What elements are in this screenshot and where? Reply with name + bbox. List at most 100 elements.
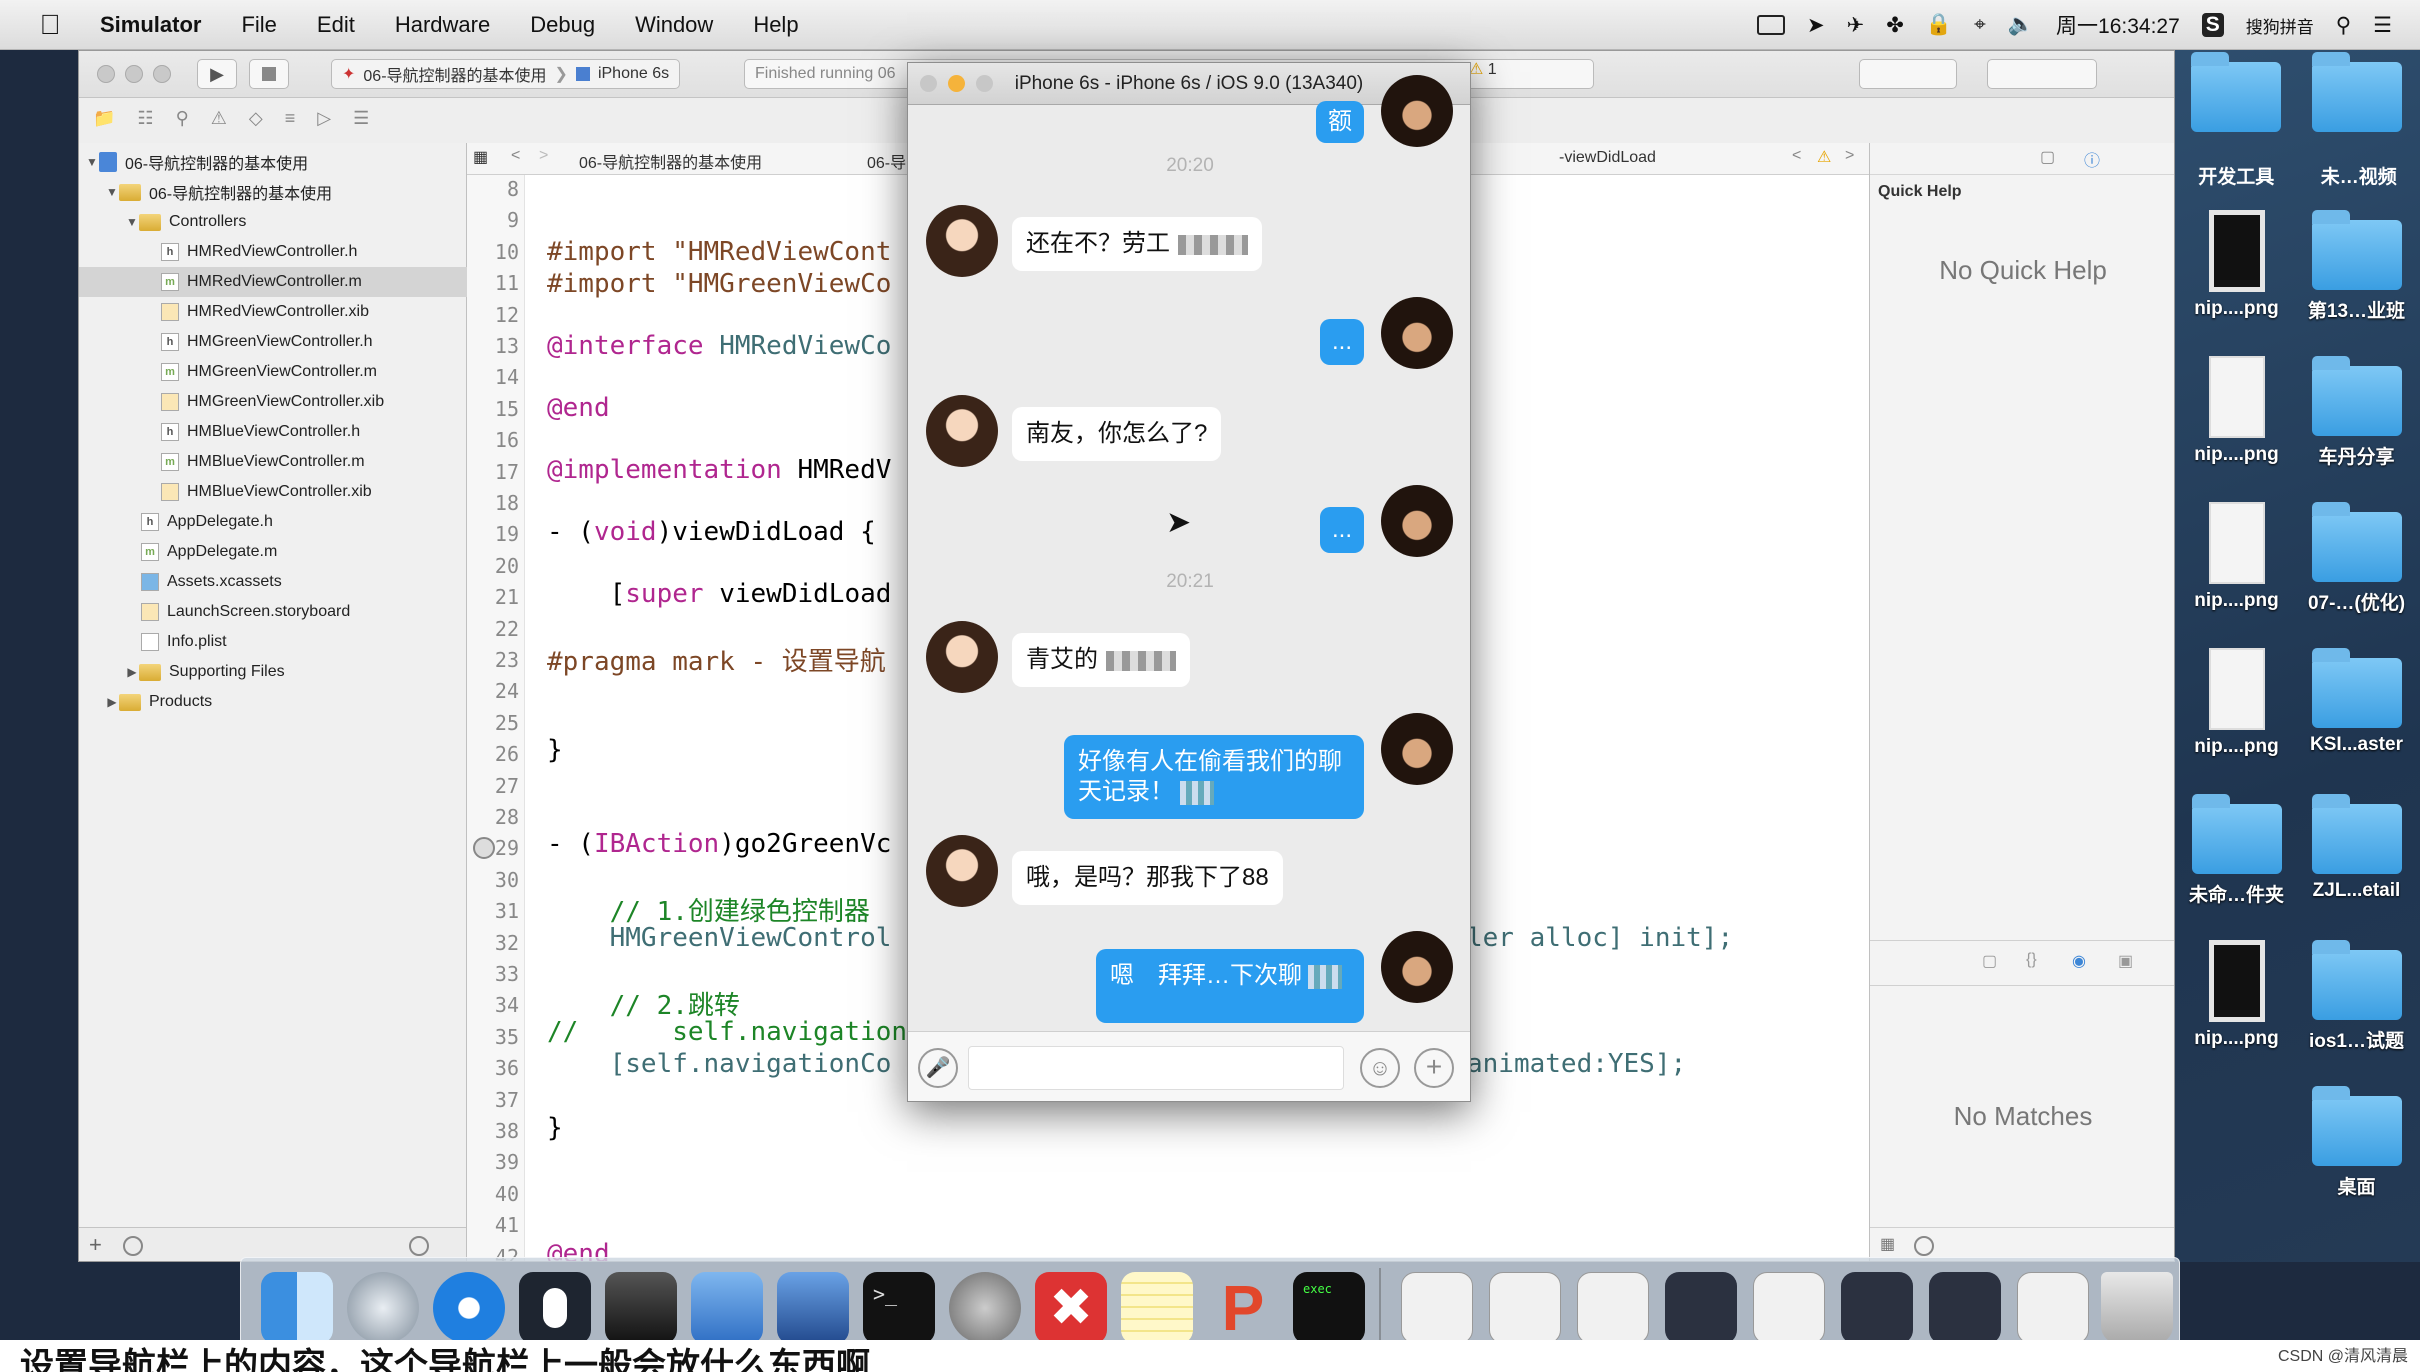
nav-file[interactable]: Info.plist <box>141 627 227 657</box>
chat-bubble-right[interactable]: 好像有人在偷看我们的聊天记录！ <box>1064 735 1364 819</box>
menu-window[interactable]: Window <box>635 12 713 38</box>
line-number[interactable]: 24 <box>467 679 519 703</box>
issue-navigator-icon[interactable]: ⚠ <box>211 108 227 129</box>
dock-window-icon[interactable] <box>1841 1272 1913 1344</box>
editor-mode-buttons[interactable] <box>1859 59 1957 89</box>
xcode-icon[interactable] <box>691 1272 763 1344</box>
nav-group-main[interactable]: ▼ 06-导航控制器的基本使用 <box>105 177 332 207</box>
close-button[interactable] <box>97 65 115 83</box>
line-number[interactable]: 30 <box>467 868 519 892</box>
line-number[interactable]: 26 <box>467 742 519 766</box>
breakpoint-navigator-icon[interactable]: ▷ <box>317 108 331 129</box>
nav-file[interactable]: LaunchScreen.storyboard <box>141 597 350 627</box>
chat-bubble-left[interactable]: 青艾的 <box>1012 633 1190 687</box>
line-number[interactable]: 28 <box>467 805 519 829</box>
nav-project-root[interactable]: ▼ 06-导航控制器的基本使用 <box>85 147 308 177</box>
sogou-icon[interactable]: S <box>2201 13 2224 37</box>
xmind-icon[interactable]: ✖ <box>1035 1272 1107 1344</box>
message-input[interactable] <box>968 1046 1344 1090</box>
desktop-label-video[interactable]: 未…视频 <box>2321 162 2397 189</box>
dock-document-icon[interactable] <box>1489 1272 1561 1344</box>
dock-document-icon[interactable] <box>1401 1272 1473 1344</box>
forward-arrow-icon[interactable]: > <box>539 147 548 165</box>
line-number[interactable]: 37 <box>467 1088 519 1112</box>
line-number[interactable]: 15 <box>467 397 519 421</box>
nav-file[interactable]: h HMRedViewController.h <box>161 237 357 267</box>
lock-icon[interactable]: 🔒 <box>1926 13 1952 37</box>
file-inspector-icon[interactable]: ▢ <box>2040 147 2055 167</box>
recent-files-icon[interactable] <box>409 1236 429 1256</box>
line-number[interactable]: 13 <box>467 334 519 358</box>
line-number[interactable]: 8 <box>467 177 519 201</box>
line-number[interactable]: 17 <box>467 460 519 484</box>
wifi-icon[interactable]: ⌖ <box>1974 13 1986 37</box>
line-number[interactable]: 23 <box>467 648 519 672</box>
nav-file[interactable]: Assets.xcassets <box>141 567 282 597</box>
nav-file[interactable]: HMRedViewController.xib <box>161 297 369 327</box>
desktop-folder[interactable]: KSI...aster <box>2299 648 2414 756</box>
line-number[interactable]: 20 <box>467 554 519 578</box>
menu-app-name[interactable]: Simulator <box>100 12 201 38</box>
avatar-me[interactable] <box>1381 485 1453 557</box>
dock-window-icon[interactable] <box>1929 1272 2001 1344</box>
desktop-file[interactable]: nip....png <box>2179 648 2294 758</box>
nav-file[interactable]: m HMBlueViewController.m <box>161 447 365 477</box>
avatar-me[interactable] <box>1381 297 1453 369</box>
launchpad-icon[interactable] <box>347 1272 419 1344</box>
zoom-button[interactable] <box>976 75 993 92</box>
nav-group-supporting[interactable]: ▶ Supporting Files <box>125 657 285 687</box>
chat-bubble-left[interactable]: 还在不？劳工 <box>1012 217 1262 271</box>
menu-debug[interactable]: Debug <box>530 12 595 38</box>
line-number[interactable]: 9 <box>467 208 519 232</box>
warning-icon[interactable]: ⚠ <box>1817 147 1831 167</box>
photo-booth-icon[interactable] <box>605 1272 677 1344</box>
line-number[interactable]: 40 <box>467 1182 519 1206</box>
desktop-folder[interactable]: 桌面 <box>2299 1086 2414 1199</box>
line-number[interactable]: 36 <box>467 1056 519 1080</box>
next-issue-icon[interactable]: > <box>1845 147 1854 165</box>
mouse-app-icon[interactable] <box>519 1272 591 1344</box>
dock-document-icon[interactable] <box>1577 1272 1649 1344</box>
avatar-me[interactable] <box>1381 931 1453 1003</box>
line-number[interactable]: 12 <box>467 303 519 327</box>
avatar-friend[interactable] <box>926 205 998 277</box>
menu-help[interactable]: Help <box>753 12 798 38</box>
menu-hardware[interactable]: Hardware <box>395 12 490 38</box>
finder-icon[interactable] <box>261 1272 333 1344</box>
nav-group-products[interactable]: ▶ Products <box>105 687 212 717</box>
nav-file[interactable]: h AppDelegate.h <box>141 507 273 537</box>
nav-file-selected[interactable]: m HMRedViewController.m <box>79 267 467 297</box>
minimize-button[interactable] <box>948 75 965 92</box>
desktop-folder[interactable]: ios1…试题 <box>2299 940 2414 1053</box>
code-snippet-icon[interactable]: {} <box>2026 951 2037 969</box>
chat-bubble-left[interactable]: 南友，你怎么了? <box>1012 407 1222 461</box>
line-number[interactable]: 25 <box>467 711 519 735</box>
terminal-icon[interactable]: >_ <box>863 1272 935 1344</box>
add-icon[interactable]: + <box>89 1232 102 1258</box>
input-method-label[interactable]: 搜狗拼音 <box>2246 13 2314 38</box>
desktop-folder[interactable]: 未命…件夹 <box>2179 794 2294 907</box>
line-number[interactable]: 38 <box>467 1119 519 1143</box>
file-template-icon[interactable]: ▢ <box>1982 951 1997 971</box>
line-number[interactable]: 39 <box>467 1150 519 1174</box>
project-navigator-icon[interactable]: 📁 <box>93 108 115 129</box>
avatar-friend[interactable] <box>926 835 998 907</box>
nav-group-controllers[interactable]: ▼ Controllers <box>125 207 246 237</box>
ibaction-connection-icon[interactable] <box>473 837 495 859</box>
jumpbar-folder[interactable]: 06-导 <box>867 149 906 173</box>
prev-issue-icon[interactable]: < <box>1792 147 1801 165</box>
quick-help-icon[interactable]: ⓘ <box>2084 147 2100 171</box>
symbol-navigator-icon[interactable]: ☷ <box>137 108 153 129</box>
line-number[interactable]: 22 <box>467 617 519 641</box>
close-button[interactable] <box>920 75 937 92</box>
chat-bubble-left[interactable]: 哦，是吗？那我下了88 <box>1012 851 1283 905</box>
line-number[interactable]: 27 <box>467 774 519 798</box>
grid-view-icon[interactable]: ▦ <box>1880 1234 1895 1254</box>
apple-menu-icon[interactable]:  <box>0 9 100 41</box>
trash-icon[interactable] <box>2101 1272 2173 1344</box>
minimize-button[interactable] <box>125 65 143 83</box>
media-library-icon[interactable]: ▣ <box>2118 951 2133 971</box>
folder-icon[interactable] <box>2190 52 2281 132</box>
line-number[interactable]: 11 <box>467 271 519 295</box>
add-more-icon[interactable]: + <box>1414 1048 1454 1088</box>
